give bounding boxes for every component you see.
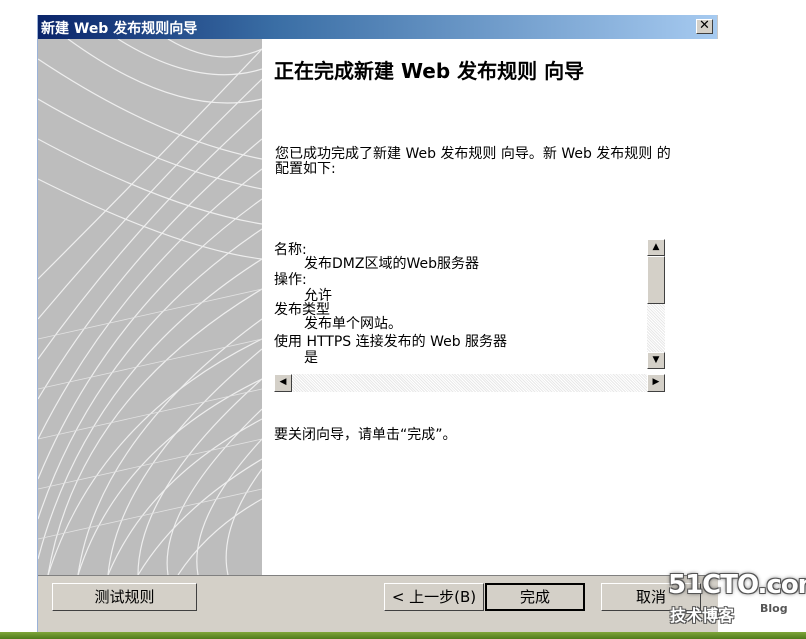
title-bar[interactable]: 新建 Web 发布规则向导 ✕ (38, 15, 717, 39)
horizontal-scrollbar[interactable]: ◀ ▶ (274, 374, 665, 392)
window-title: 新建 Web 发布规则向导 (41, 21, 198, 37)
test-rule-button[interactable]: 测试规则 (52, 583, 197, 611)
summary-line-name-label: 名称: (274, 242, 307, 258)
scroll-down-button[interactable]: ▼ (647, 352, 665, 369)
triangle-left-icon: ◀ (279, 377, 287, 387)
close-button[interactable]: ✕ (696, 19, 713, 34)
decorative-lines-graphic (38, 39, 262, 575)
close-icon: ✕ (699, 18, 710, 33)
scroll-left-button[interactable]: ◀ (274, 374, 292, 392)
triangle-right-icon: ▶ (652, 377, 660, 387)
wizard-content: 正在完成新建 Web 发布规则 向导 您已成功完成了新建 Web 发布规则 向导… (262, 39, 718, 575)
triangle-down-icon: ▼ (652, 355, 660, 365)
summary-line-name-value: 发布DMZ区域的Web服务器 (304, 256, 479, 272)
intro-text: 您已成功完成了新建 Web 发布规则 向导。新 Web 发布规则 的配置如下: (275, 146, 671, 177)
cancel-button[interactable]: 取消 (601, 583, 701, 611)
triangle-up-icon: ▲ (652, 242, 660, 252)
wizard-side-graphic (38, 39, 262, 575)
watermark-blog: Blog (760, 602, 788, 615)
summary-line-action-label: 操作: (274, 272, 307, 288)
wizard-dialog: 新建 Web 发布规则向导 ✕ 正在完成新建 Web 发布规则 向导 您已成功完… (37, 15, 718, 634)
button-bar: 测试规则 < 上一步(B) 完成 取消 (38, 575, 718, 634)
summary-line-type-value: 发布单个网站。 (304, 316, 402, 332)
bottom-decorative-bar (0, 632, 806, 639)
scroll-thumb[interactable] (647, 256, 665, 304)
summary-box: 名称: 发布DMZ区域的Web服务器 操作: 允许 发布类型 发布单个网站。 使… (274, 239, 669, 394)
scroll-right-button[interactable]: ▶ (647, 374, 665, 392)
finish-button[interactable]: 完成 (485, 583, 585, 611)
summary-text[interactable]: 名称: 发布DMZ区域的Web服务器 操作: 允许 发布类型 发布单个网站。 使… (274, 239, 646, 369)
close-instruction-text: 要关闭向导，请单击“完成”。 (274, 427, 457, 443)
page-title: 正在完成新建 Web 发布规则 向导 (274, 59, 585, 83)
back-button[interactable]: < 上一步(B) (384, 583, 484, 611)
summary-line-https-value: 是 (304, 350, 318, 366)
scroll-up-button[interactable]: ▲ (647, 239, 665, 256)
vertical-scrollbar[interactable]: ▲ ▼ (647, 239, 665, 369)
